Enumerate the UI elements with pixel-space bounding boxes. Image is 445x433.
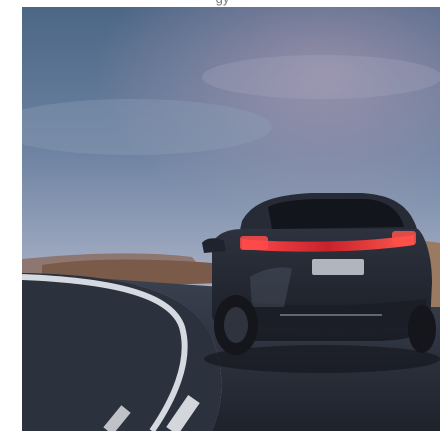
taillight-right [392,231,416,245]
taillight-left [240,236,268,250]
hero-photo-svg [22,7,440,431]
side-mirror [202,238,226,253]
license-plate [312,259,364,275]
wheel-rim [224,307,248,343]
rear-window [268,199,404,229]
rear-wheel-right [408,305,436,353]
cloud [202,55,440,99]
hero-photo [22,7,440,431]
top-caption: gy [0,0,445,6]
